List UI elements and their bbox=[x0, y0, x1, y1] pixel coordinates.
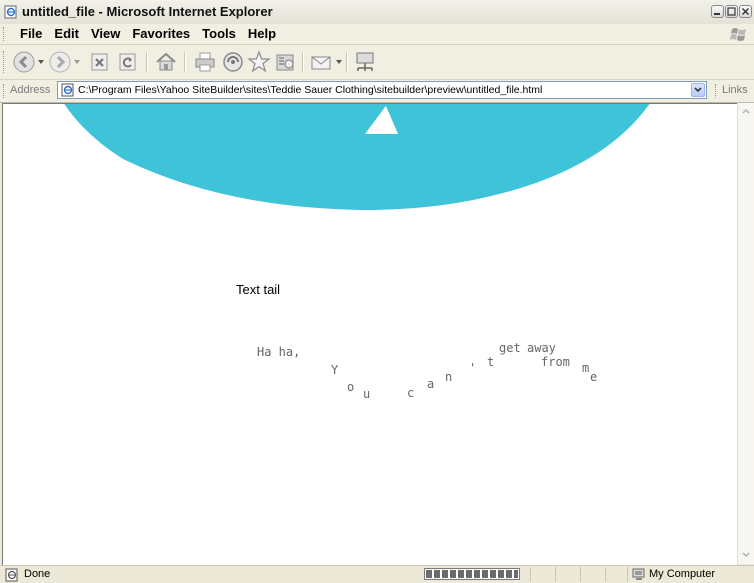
menu-tools[interactable]: Tools bbox=[196, 26, 242, 42]
standard-toolbar bbox=[0, 45, 754, 80]
tail-char: o bbox=[347, 380, 355, 394]
favorites-star-icon bbox=[247, 50, 271, 73]
minimize-button[interactable] bbox=[711, 5, 724, 18]
background-arc-shape bbox=[64, 104, 650, 210]
refresh-button[interactable] bbox=[116, 50, 140, 74]
tail-char: t bbox=[487, 355, 495, 369]
page-content: Text tail Ha ha, Y o u c a n ' t get awa… bbox=[2, 103, 737, 565]
media-icon bbox=[223, 52, 243, 72]
history-icon bbox=[276, 54, 294, 71]
back-dropdown-icon[interactable] bbox=[38, 59, 44, 65]
ie-page-icon bbox=[4, 5, 17, 19]
address-dropdown-button[interactable] bbox=[691, 83, 705, 97]
forward-button[interactable] bbox=[48, 50, 72, 74]
menu-file[interactable]: File bbox=[14, 26, 48, 42]
ie-page-icon bbox=[5, 568, 18, 582]
tail-char: u bbox=[363, 387, 371, 401]
maximize-button[interactable] bbox=[725, 5, 738, 18]
window-controls bbox=[711, 5, 752, 18]
toolbar-separator bbox=[146, 52, 148, 72]
toolbar-separator bbox=[184, 52, 186, 72]
title-bar[interactable]: untitled_file - Microsoft Internet Explo… bbox=[0, 0, 754, 25]
tail-char: Y bbox=[331, 363, 339, 377]
home-icon bbox=[156, 52, 176, 71]
back-button[interactable] bbox=[12, 50, 36, 74]
chevron-up-icon bbox=[742, 108, 750, 114]
tail-char: c bbox=[407, 386, 415, 400]
tail-char: away bbox=[527, 341, 556, 355]
toolbar-grip[interactable] bbox=[3, 51, 7, 73]
status-bar: Done My Computer bbox=[0, 565, 754, 583]
links-button[interactable]: Links bbox=[722, 84, 748, 96]
home-button[interactable] bbox=[154, 50, 178, 74]
progress-fill bbox=[426, 570, 518, 578]
tail-char: n bbox=[445, 370, 453, 384]
scroll-up-button[interactable] bbox=[739, 104, 754, 119]
address-label: Address bbox=[10, 84, 51, 96]
tail-char: Ha ha, bbox=[257, 345, 301, 359]
tail-char: from bbox=[541, 355, 570, 369]
tail-char: m bbox=[582, 361, 590, 375]
stop-button[interactable] bbox=[88, 50, 112, 74]
favorites-button[interactable] bbox=[247, 50, 271, 74]
tail-char: ' bbox=[469, 361, 477, 375]
refresh-icon bbox=[119, 53, 136, 71]
status-cell bbox=[580, 567, 605, 582]
menu-bar: File Edit View Favorites Tools Help bbox=[0, 24, 754, 45]
security-zone-label: My Computer bbox=[649, 568, 716, 580]
stop-icon bbox=[91, 53, 108, 71]
address-field[interactable] bbox=[57, 81, 707, 99]
windows-flag-icon bbox=[730, 28, 746, 41]
status-cell bbox=[530, 567, 555, 582]
status-text: Done bbox=[24, 568, 51, 580]
chevron-down-icon bbox=[742, 552, 750, 558]
address-bar: Address Links bbox=[0, 80, 754, 103]
menu-edit[interactable]: Edit bbox=[48, 26, 85, 42]
forward-icon bbox=[49, 51, 71, 73]
address-input[interactable] bbox=[78, 82, 678, 98]
scroll-down-button[interactable] bbox=[739, 548, 754, 563]
print-button[interactable] bbox=[193, 50, 217, 74]
print-icon bbox=[195, 52, 215, 72]
page-heading: Text tail bbox=[236, 282, 281, 297]
vertical-scrollbar[interactable] bbox=[737, 103, 754, 564]
menu-help[interactable]: Help bbox=[242, 26, 282, 42]
back-icon bbox=[13, 51, 35, 73]
chevron-down-icon bbox=[694, 87, 702, 93]
my-computer-icon bbox=[632, 568, 645, 580]
window-title: untitled_file - Microsoft Internet Explo… bbox=[22, 4, 273, 19]
toolbar-separator bbox=[346, 52, 348, 72]
media-button[interactable] bbox=[221, 50, 245, 74]
close-button[interactable] bbox=[739, 5, 752, 18]
mail-icon bbox=[311, 56, 331, 70]
toolbar-separator bbox=[302, 52, 304, 72]
tail-char: a bbox=[427, 377, 435, 391]
tail-char: get bbox=[499, 341, 521, 355]
links-separator bbox=[715, 84, 719, 98]
status-cell bbox=[605, 567, 628, 582]
forward-dropdown-icon[interactable] bbox=[74, 59, 80, 65]
menu-favorites[interactable]: Favorites bbox=[126, 26, 196, 42]
progress-bar bbox=[424, 568, 520, 580]
menu-view[interactable]: View bbox=[85, 26, 126, 42]
network-button[interactable] bbox=[353, 50, 377, 74]
history-button[interactable] bbox=[273, 50, 297, 74]
tail-char: e bbox=[590, 370, 598, 384]
status-cell bbox=[555, 567, 580, 582]
browser-window: untitled_file - Microsoft Internet Explo… bbox=[0, 0, 754, 583]
mail-dropdown-icon[interactable] bbox=[336, 59, 342, 65]
address-grip[interactable] bbox=[3, 84, 7, 98]
mail-button[interactable] bbox=[309, 50, 333, 74]
menu-grip[interactable] bbox=[3, 27, 7, 41]
network-icon bbox=[356, 52, 374, 71]
ie-page-icon bbox=[61, 83, 74, 97]
